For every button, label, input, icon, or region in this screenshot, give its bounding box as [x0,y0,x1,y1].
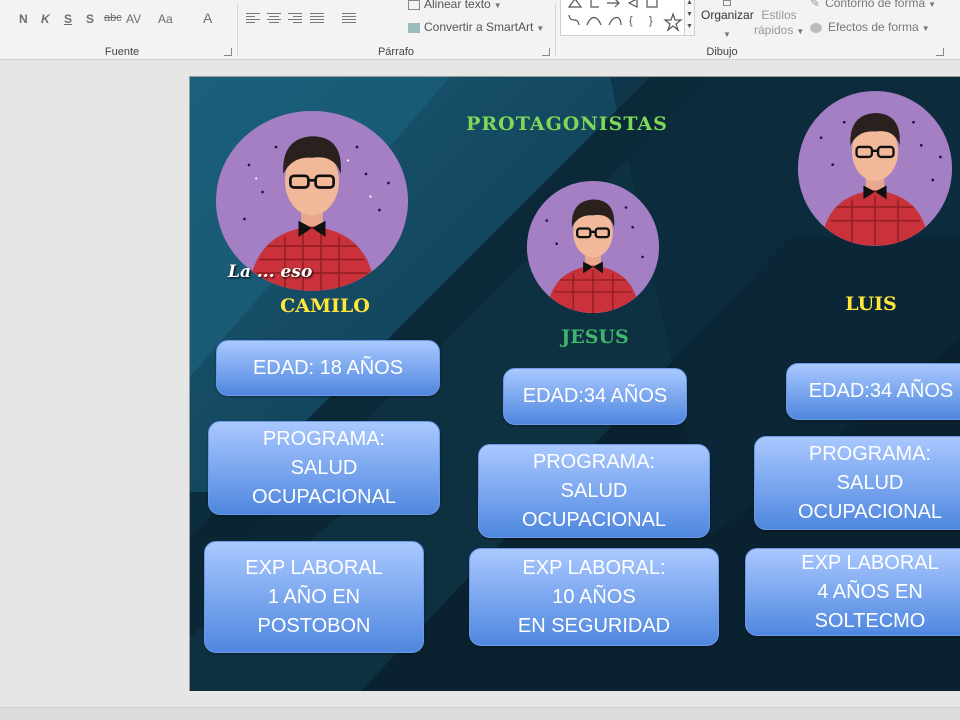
program-line: OCUPACIONAL [797,500,943,523]
svg-text:}: } [649,15,653,27]
font-color-button[interactable]: A [203,10,212,26]
experience-line: EXP LABORAL: [522,556,666,579]
shape-outline-button[interactable]: ✎ Contorno de forma ▼ [810,0,936,10]
character-avatar-icon [527,181,659,313]
status-bar [0,707,960,720]
paragraph-group-label: Párrafo [377,46,415,58]
program-line: OCUPACIONAL [521,508,667,531]
program-card-jesus[interactable]: PROGRAMA: SALUD OCUPACIONAL [478,444,710,538]
avatar-jesus [527,181,659,313]
experience-line: 10 AÑOS [552,585,636,608]
dialog-launcher-icon[interactable] [936,48,944,56]
age-text: EDAD:34 AÑOS [808,380,954,402]
name-camilo: CAMILO [280,295,370,317]
ribbon: N K S S abc AV Aa A Fuente Alinear texto… [0,0,960,60]
align-right-button[interactable] [288,13,302,25]
experience-line: 4 AÑOS EN [817,580,923,603]
underline-button[interactable]: S [64,12,72,26]
paragraph-group: Alinear texto ▼ Convertir a SmartArt ▼ Pár… [238,0,554,60]
program-line: SALUD [290,456,358,479]
align-text-button[interactable]: Alinear texto ▼ [408,0,502,11]
italic-button[interactable]: K [41,12,50,26]
bold-button[interactable]: N [19,12,28,26]
drawing-group: { } ▲ ▼ ▼ Organizar ▼ Estilos rápidos ▼ ✎ Con… [556,0,948,60]
shapes-gallery-glyphs: { } [567,0,683,32]
quick-styles-button[interactable]: Estilos rápidos ▼ [754,0,804,40]
slide-canvas[interactable]: PROTAGONISTAS La ... eso CAMILO EDAD: 18… [189,76,960,691]
program-line: OCUPACIONAL [251,485,397,508]
font-group: N K S S abc AV Aa A Fuente [8,0,236,60]
shadow-button[interactable]: S [86,12,94,26]
dialog-launcher-icon[interactable] [224,48,232,56]
smartart-icon [408,22,420,33]
age-card-luis[interactable]: EDAD:34 AÑOS [786,363,960,420]
age-card-camilo[interactable]: EDAD: 18 AÑOS [216,340,440,396]
organize-button[interactable]: Organizar ▼ [701,0,754,40]
experience-card-jesus[interactable]: EXP LABORAL: 10 AÑOS EN SEGURIDAD [469,548,719,646]
experience-line: EXP LABORAL [801,551,939,574]
shape-effects-button[interactable]: Efectos de forma ▼ [810,20,930,34]
age-text: EDAD: 18 AÑOS [252,356,404,379]
shapes-gallery-icon[interactable]: { } [560,0,688,36]
experience-line: 1 AÑO EN [267,585,361,608]
character-spacing-button[interactable]: AV [126,12,141,26]
change-case-button[interactable]: Aa [158,12,173,26]
age-card-jesus[interactable]: EDAD:34 AÑOS [503,368,687,425]
watermark-text: La ... eso [228,262,313,282]
program-card-luis[interactable]: PROGRAMA: SALUD OCUPACIONAL [754,436,960,530]
experience-line: EXP LABORAL [245,556,383,579]
program-line: PROGRAMA: [532,450,656,473]
experience-line: EN SEGURIDAD [517,614,671,637]
drawing-group-label: Dibujo [706,46,738,58]
organize-icon [723,0,731,6]
align-center-button[interactable] [267,13,281,25]
experience-line: SOLTECMO [814,609,926,632]
avatar-luis [798,91,952,246]
justify-button[interactable] [310,13,324,25]
age-text: EDAD:34 AÑOS [522,385,668,407]
experience-line: POSTOBON [257,614,371,637]
program-card-camilo[interactable]: PROGRAMA: SALUD OCUPACIONAL [208,421,440,515]
experience-card-luis[interactable]: EXP LABORAL 4 AÑOS EN SOLTECMO [745,548,960,636]
shape-effects-icon [810,22,822,33]
dialog-launcher-icon[interactable] [542,48,550,56]
name-jesus: JESUS [561,326,629,348]
gallery-scroll[interactable]: ▲ ▼ ▼ [684,0,695,36]
columns-button[interactable] [342,13,356,25]
font-group-label: Fuente [104,46,140,58]
program-line: PROGRAMA: [262,427,386,450]
shape-outline-icon: ✎ [810,0,821,10]
program-line: SALUD [836,471,904,494]
experience-card-camilo[interactable]: EXP LABORAL 1 AÑO EN POSTOBON [204,541,424,653]
svg-text:{: { [629,15,633,27]
character-avatar-icon [798,91,952,246]
convert-smartart-button[interactable]: Convertir a SmartArt ▼ [408,20,544,34]
program-line: PROGRAMA: [808,442,932,465]
program-line: SALUD [560,479,628,502]
strikethrough-button[interactable]: abc [104,12,122,24]
align-left-button[interactable] [246,13,260,25]
align-text-icon [408,0,420,10]
name-luis: LUIS [845,293,897,315]
